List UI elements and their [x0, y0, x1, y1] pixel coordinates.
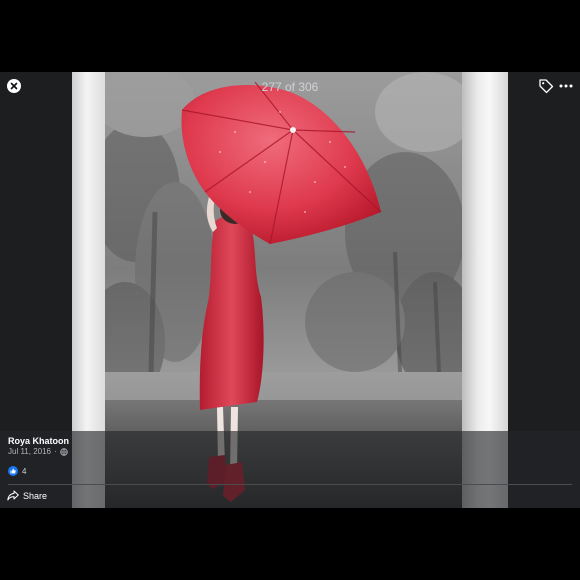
- share-button[interactable]: Share: [7, 490, 47, 501]
- share-label: Share: [23, 490, 48, 501]
- bottom-letterbox: [0, 508, 580, 580]
- close-icon: [10, 82, 18, 90]
- post-info-panel: [0, 431, 580, 508]
- more-options-button[interactable]: [558, 79, 574, 93]
- author-name[interactable]: Roya Khatoon: [8, 436, 69, 446]
- divider: [8, 484, 572, 485]
- tag-button[interactable]: [538, 78, 554, 94]
- like-count: 4: [22, 466, 27, 476]
- like-icon: [8, 466, 18, 476]
- post-date-row: Jul 11, 2016 ·: [8, 447, 68, 456]
- globe-icon: [59, 447, 68, 456]
- post-date[interactable]: Jul 11, 2016: [8, 447, 51, 456]
- share-icon: [7, 490, 19, 501]
- more-icon: [559, 84, 573, 88]
- top-letterbox: [0, 0, 580, 72]
- likes-summary[interactable]: 4: [8, 466, 26, 476]
- tag-icon: [539, 79, 554, 94]
- close-button[interactable]: [7, 79, 21, 93]
- date-separator: ·: [54, 447, 57, 456]
- photo-counter: 277 of 306: [261, 80, 319, 94]
